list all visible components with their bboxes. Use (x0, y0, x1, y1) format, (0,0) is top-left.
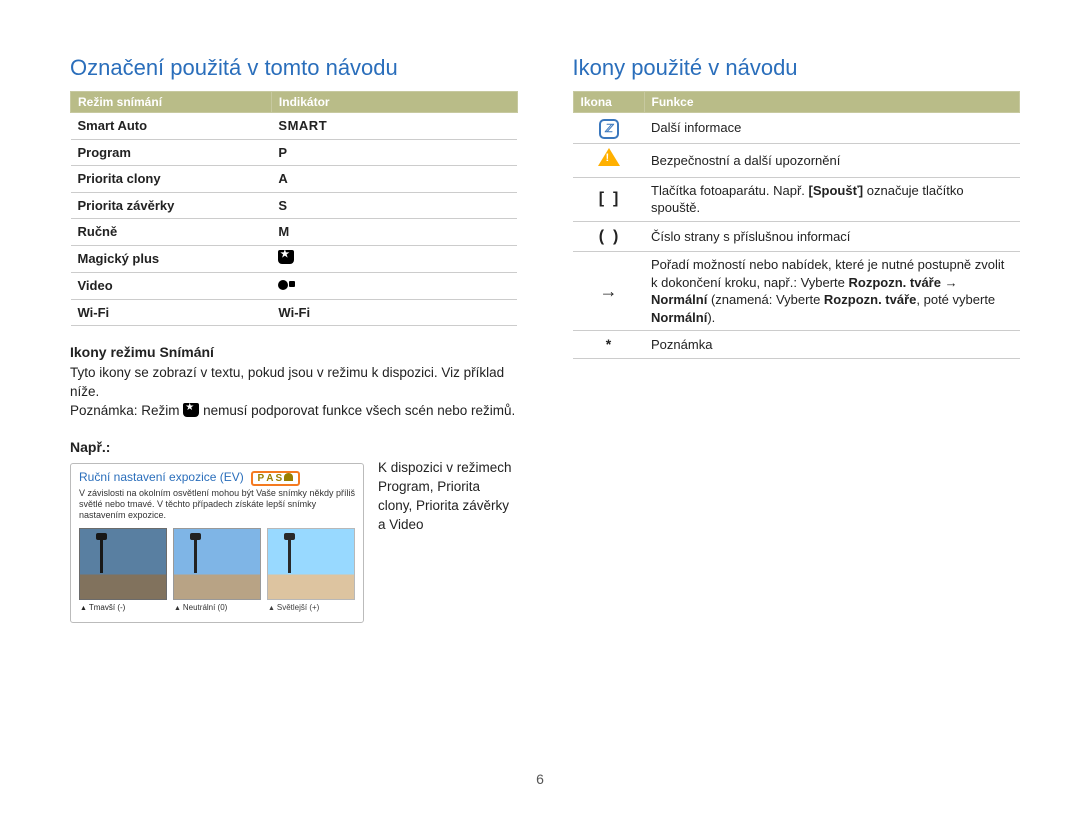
text: Rozpozn. tváře (824, 292, 916, 307)
text: nemusí podporovat funkce všech scén nebo… (203, 403, 515, 418)
table-row: Priorita clony A (71, 166, 518, 193)
thumbnail-image: Neutrální (0) (173, 528, 261, 600)
indicator-letter: A (271, 166, 517, 193)
mode-cell: Priorita závěrky (71, 192, 272, 219)
mode-cell: Priorita clony (71, 166, 272, 193)
text: (znamená: Vyberte (707, 292, 824, 307)
mode-cell: Video (71, 273, 272, 300)
thumbnail-image: Tmavší (-) (79, 528, 167, 600)
text: Tlačítka fotoaparátu. Např. (651, 183, 809, 198)
table-row: → Pořadí možností nebo nabídek, které je… (573, 252, 1020, 331)
arrow-icon: → (573, 252, 644, 331)
th-function: Funkce (644, 92, 1020, 113)
table-row: ( ) Číslo strany s příslušnou informací (573, 221, 1020, 252)
example-side-text: K dispozici v režimech Program, Priorita… (378, 459, 518, 535)
th-icon: Ikona (573, 92, 644, 113)
video-icon (278, 280, 295, 294)
thumbnail-row: Tmavší (-) Neutrální (0) Světlejší (+) (79, 528, 355, 600)
indicator-letter: P (271, 139, 517, 166)
mode-cell: Wi-Fi (71, 299, 272, 326)
mode-cell: Program (71, 139, 272, 166)
indicator-smart: SMART (278, 118, 327, 133)
right-column: Ikony použité v návodu Ikona Funkce ℤ Da… (573, 55, 1021, 785)
mode-badge: PAS (251, 471, 301, 486)
indicator-wifi: Wi-Fi (271, 299, 517, 326)
left-section-title: Označení použitá v tomto návodu (70, 55, 518, 81)
right-section-title: Ikony použité v návodu (573, 55, 1021, 81)
indicator-letter: S (271, 192, 517, 219)
table-header-row: Ikona Funkce (573, 92, 1020, 113)
subhead-example: Např.: (70, 439, 518, 455)
mode-cell: Ručně (71, 219, 272, 246)
table-header-row: Režim snímání Indikátor (71, 92, 518, 113)
thumb-caption: Světlejší (+) (268, 603, 319, 612)
text: Normální (651, 310, 707, 325)
thumb-caption: Neutrální (0) (174, 603, 227, 612)
magic-plus-icon (183, 403, 199, 417)
table-row: Magický plus (71, 245, 518, 273)
parens-icon: ( ) (573, 221, 644, 252)
thumb-caption: Tmavší (-) (80, 603, 125, 612)
table-row: Program P (71, 139, 518, 166)
func-cell: Bezpečnostní a další upozornění (644, 144, 1020, 178)
asterisk-icon: * (573, 331, 644, 359)
text: Poznámka: Režim (70, 403, 183, 418)
example-title: Ruční nastavení expozice (EV) (79, 470, 244, 484)
table-row: Ručně M (71, 219, 518, 246)
func-cell: Číslo strany s příslušnou informací (644, 221, 1020, 252)
func-cell: Další informace (644, 113, 1020, 144)
text: Normální (651, 292, 707, 307)
table-row: * Poznámka (573, 331, 1020, 359)
mode-table: Režim snímání Indikátor Smart Auto SMART… (70, 91, 518, 326)
text: ). (707, 310, 715, 325)
paragraph: Tyto ikony se zobrazí v textu, pokud jso… (70, 364, 518, 402)
table-row: ℤ Další informace (573, 113, 1020, 144)
table-row: Priorita závěrky S (71, 192, 518, 219)
warning-icon (598, 148, 620, 166)
paragraph: Poznámka: Režim nemusí podporovat funkce… (70, 402, 518, 421)
text: → (941, 275, 958, 290)
example-description: V závislosti na okolním osvětlení mohou … (79, 488, 355, 522)
example-box: Ruční nastavení expozice (EV) PAS V závi… (70, 463, 364, 623)
table-row: Video (71, 273, 518, 300)
func-cell: Tlačítka fotoaparátu. Např. [Spoušť] ozn… (644, 177, 1020, 221)
thumbnail-image: Světlejší (+) (267, 528, 355, 600)
table-row: Smart Auto SMART (71, 113, 518, 140)
text: , poté vyberte (916, 292, 995, 307)
table-row: Bezpečnostní a další upozornění (573, 144, 1020, 178)
table-row: Wi-Fi Wi-Fi (71, 299, 518, 326)
info-icon: ℤ (599, 119, 619, 139)
left-column: Označení použitá v tomto návodu Režim sn… (70, 55, 518, 785)
brackets-icon: [ ] (573, 177, 644, 221)
text: [Spoušť] (809, 183, 864, 198)
mode-cell: Magický plus (71, 245, 272, 273)
th-mode: Režim snímání (71, 92, 272, 113)
th-indicator: Indikátor (271, 92, 517, 113)
magic-plus-icon (278, 250, 294, 264)
subhead-icons: Ikony režimu Snímání (70, 344, 518, 360)
table-row: [ ] Tlačítka fotoaparátu. Např. [Spoušť]… (573, 177, 1020, 221)
page-number: 6 (0, 771, 1080, 787)
func-cell: Poznámka (644, 331, 1020, 359)
mode-cell: Smart Auto (71, 113, 272, 140)
indicator-letter: M (271, 219, 517, 246)
icon-table: Ikona Funkce ℤ Další informace Bezpečnos… (573, 91, 1021, 359)
func-cell: Pořadí možností nebo nabídek, které je n… (644, 252, 1020, 331)
text: Rozpozn. tváře (849, 275, 941, 290)
